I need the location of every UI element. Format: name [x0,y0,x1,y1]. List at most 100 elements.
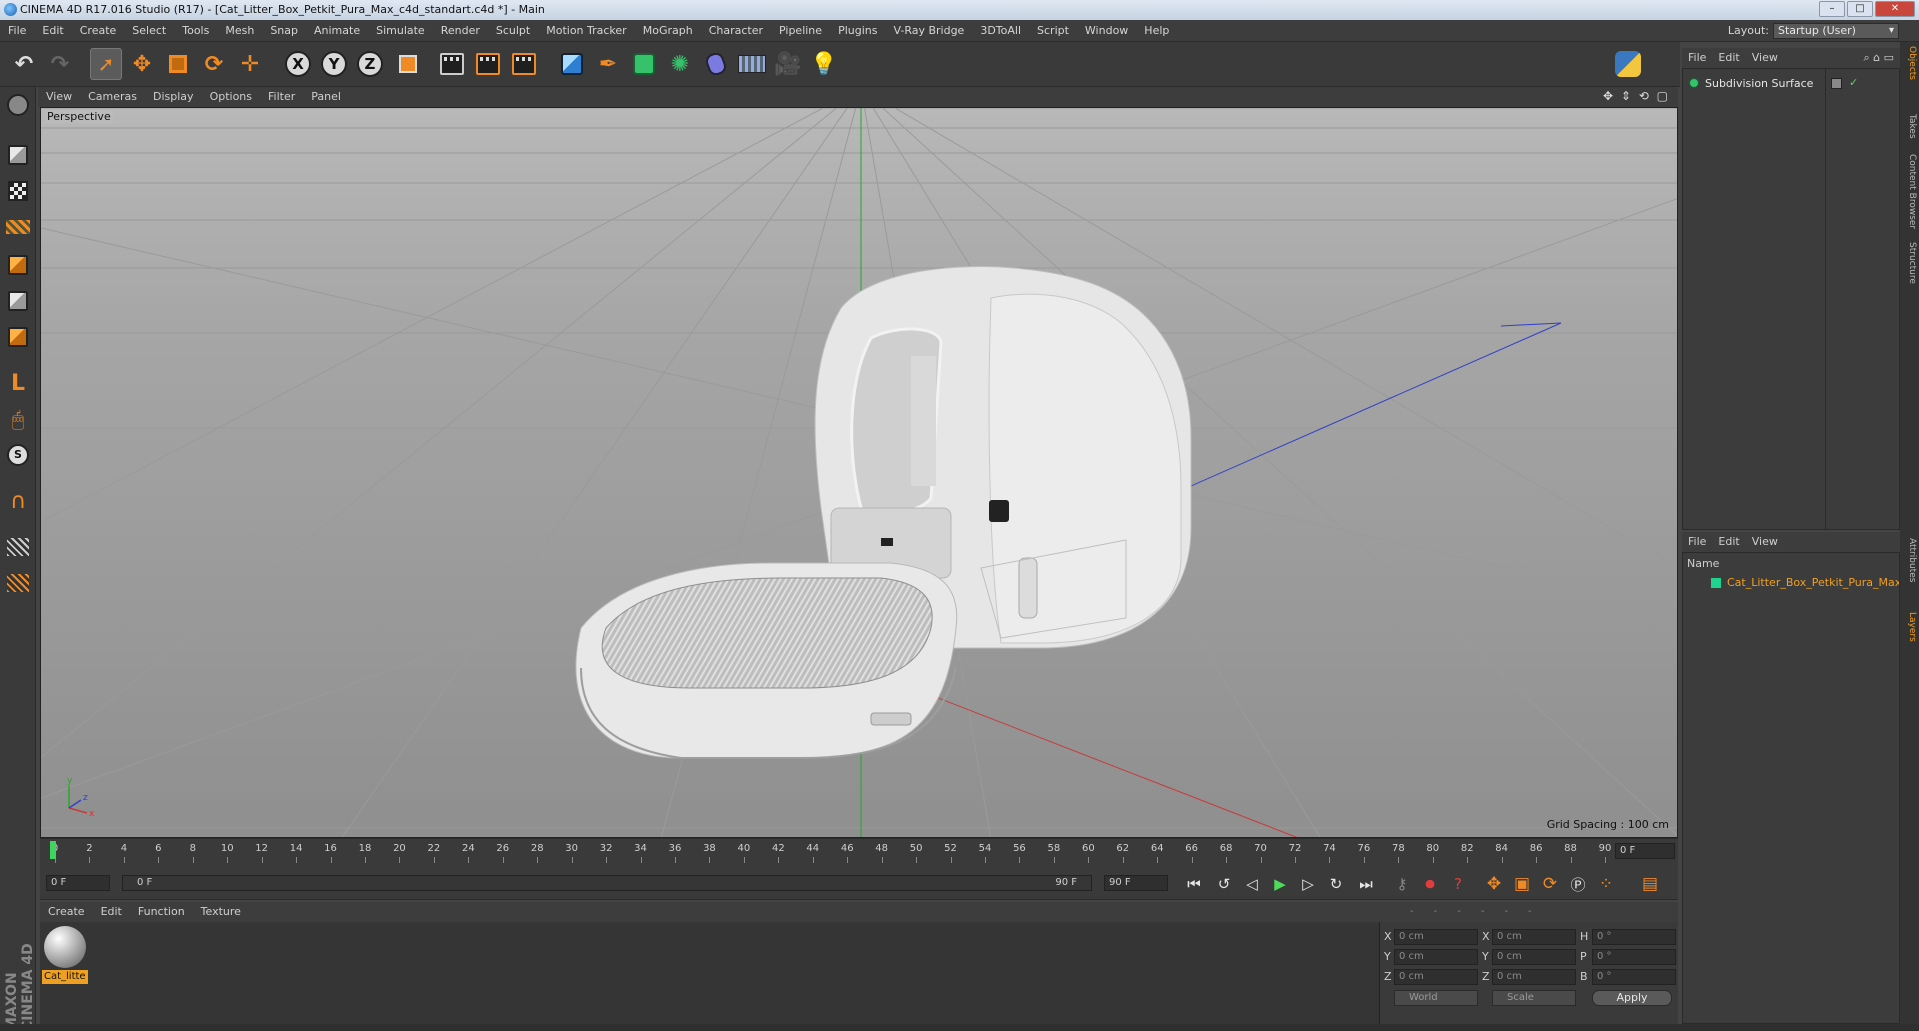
layer-row[interactable]: Cat_Litter_Box_Petkit_Pura_Max_00 [1687,575,1899,591]
viewport-menu-view[interactable]: View [38,87,80,107]
menu-plugins[interactable]: Plugins [830,20,885,42]
move-tool-button[interactable]: ✥ [126,48,158,80]
camera-button[interactable]: 🎥 [772,48,804,80]
menu-character[interactable]: Character [701,20,771,42]
start-frame-field[interactable]: 0 F [46,875,110,891]
cloner-button[interactable]: ✺ [664,48,696,80]
edit-render-settings-button[interactable] [508,48,540,80]
lock-workplane-button[interactable] [4,533,32,561]
menu-tools[interactable]: Tools [174,20,217,42]
viewport-nav-icons[interactable]: ✥ ⇕ ⟲ ▢ [1603,89,1670,103]
scale-tool-button[interactable] [162,48,194,80]
key-scale-button[interactable]: ▣ [1510,872,1534,896]
tab-layers[interactable]: Layers [1902,612,1917,642]
object-menu-edit[interactable]: Edit [1712,48,1745,68]
object-tag-icon[interactable] [1831,78,1842,89]
record-keys-button[interactable]: ⚷ [1390,872,1414,896]
workplane-mode-button[interactable] [4,213,32,241]
material-menu-edit[interactable]: Edit [93,902,130,922]
coord-scale-dropdown[interactable]: Scale [1492,990,1576,1006]
coord-size-x-field[interactable]: 0 cm [1492,929,1576,945]
subdivision-surface-button[interactable] [628,48,660,80]
menu-vray-bridge[interactable]: V-Ray Bridge [885,20,972,42]
coord-size-y-field[interactable]: 0 cm [1492,949,1576,965]
menu-snap[interactable]: Snap [262,20,306,42]
play-forward-button[interactable]: ▶ [1268,872,1292,896]
render-picture-viewer-button[interactable] [472,48,504,80]
timeline-playhead[interactable] [50,841,56,859]
key-position-button[interactable]: ✥ [1482,872,1506,896]
planar-workplane-button[interactable] [4,569,32,597]
layout-select[interactable]: Startup (User) [1773,23,1899,39]
key-rotation-button[interactable]: ⟳ [1538,872,1562,896]
z-axis-button[interactable]: Z [354,48,386,80]
menu-help[interactable]: Help [1136,20,1177,42]
recent-tool-button[interactable]: ✛ [234,48,266,80]
layer-menu-view[interactable]: View [1746,532,1784,552]
close-button[interactable]: ✕ [1875,1,1915,17]
menu-edit[interactable]: Edit [34,20,71,42]
viewport-menu-filter[interactable]: Filter [260,87,303,107]
next-frame-button[interactable]: ▷ [1296,872,1320,896]
timeline-window-button[interactable]: ▤ [1638,872,1662,896]
model-mode-button[interactable] [4,141,32,169]
menu-3dtoall[interactable]: 3DToAll [972,20,1029,42]
coord-world-dropdown[interactable]: World [1394,990,1478,1006]
object-enabled-check-icon[interactable]: ✓ [1849,76,1858,89]
cat-litter-box-model[interactable] [575,266,1192,759]
coord-rot-b-field[interactable]: 0 ° [1592,969,1676,985]
tab-structure[interactable]: Structure [1902,242,1917,284]
key-parameter-button[interactable]: Ⓟ [1566,872,1590,896]
redo-button[interactable]: ↷ [44,48,76,80]
material-menu-function[interactable]: Function [130,902,193,922]
light-button[interactable]: 💡 [808,48,840,80]
menu-motion-tracker[interactable]: Motion Tracker [538,20,634,42]
autokey-button[interactable]: ⏺ [1418,872,1442,896]
tweak-mode-button[interactable]: 🖱 [4,405,32,433]
go-to-end-button[interactable]: ⏭ [1354,872,1378,896]
object-row-subdivision-surface[interactable]: Subdivision Surface ✓ [1683,75,1899,93]
coordinate-system-button[interactable] [392,48,424,80]
floor-button[interactable] [736,48,768,80]
tab-takes[interactable]: Takes [1902,114,1917,139]
object-search-icon[interactable]: ⌕ ⌂ ▭ [1857,48,1900,68]
polygons-mode-button[interactable] [4,323,32,351]
coord-pos-x-field[interactable]: 0 cm [1394,929,1478,945]
live-selection-button[interactable]: ➚ [90,48,122,80]
menu-render[interactable]: Render [433,20,488,42]
menu-mesh[interactable]: Mesh [217,20,262,42]
material-menu-create[interactable]: Create [40,902,93,922]
menu-pipeline[interactable]: Pipeline [771,20,830,42]
coord-size-z-field[interactable]: 0 cm [1492,969,1576,985]
menu-create[interactable]: Create [72,20,125,42]
tab-objects[interactable]: Objects [1902,46,1917,80]
snap-button[interactable]: S [4,441,32,469]
coord-rot-h-field[interactable]: 0 ° [1592,929,1676,945]
layer-menu-file[interactable]: File [1682,532,1712,552]
magnet-button[interactable]: ∩ [4,487,32,515]
viewport-menu-display[interactable]: Display [145,87,202,107]
menu-animate[interactable]: Animate [306,20,368,42]
previous-frame-button[interactable]: ◁ [1240,872,1264,896]
end-frame-field[interactable]: 90 F [1104,875,1168,891]
minimize-button[interactable]: – [1819,1,1845,17]
python-button[interactable] [1612,48,1644,80]
rotate-tool-button[interactable]: ⟳ [198,48,230,80]
menu-window[interactable]: Window [1077,20,1136,42]
menu-sculpt[interactable]: Sculpt [488,20,538,42]
keyframe-selection-button[interactable]: ? [1446,872,1470,896]
menu-file[interactable]: File [0,20,34,42]
coord-pos-z-field[interactable]: 0 cm [1394,969,1478,985]
axis-mode-button[interactable]: L [4,369,32,397]
previous-key-button[interactable]: ↺ [1212,872,1236,896]
object-menu-file[interactable]: File [1682,48,1712,68]
tab-content-browser[interactable]: Content Browser [1902,154,1917,229]
coord-rot-p-field[interactable]: 0 ° [1592,949,1676,965]
tab-attributes[interactable]: Attributes [1902,538,1917,582]
key-pla-button[interactable]: ⁘ [1594,872,1618,896]
menu-mograph[interactable]: MoGraph [635,20,701,42]
x-axis-button[interactable]: X [282,48,314,80]
timeline-ruler[interactable]: 0246810121416182022242628303234363840424… [40,838,1678,866]
menu-simulate[interactable]: Simulate [368,20,433,42]
next-key-button[interactable]: ↻ [1324,872,1348,896]
